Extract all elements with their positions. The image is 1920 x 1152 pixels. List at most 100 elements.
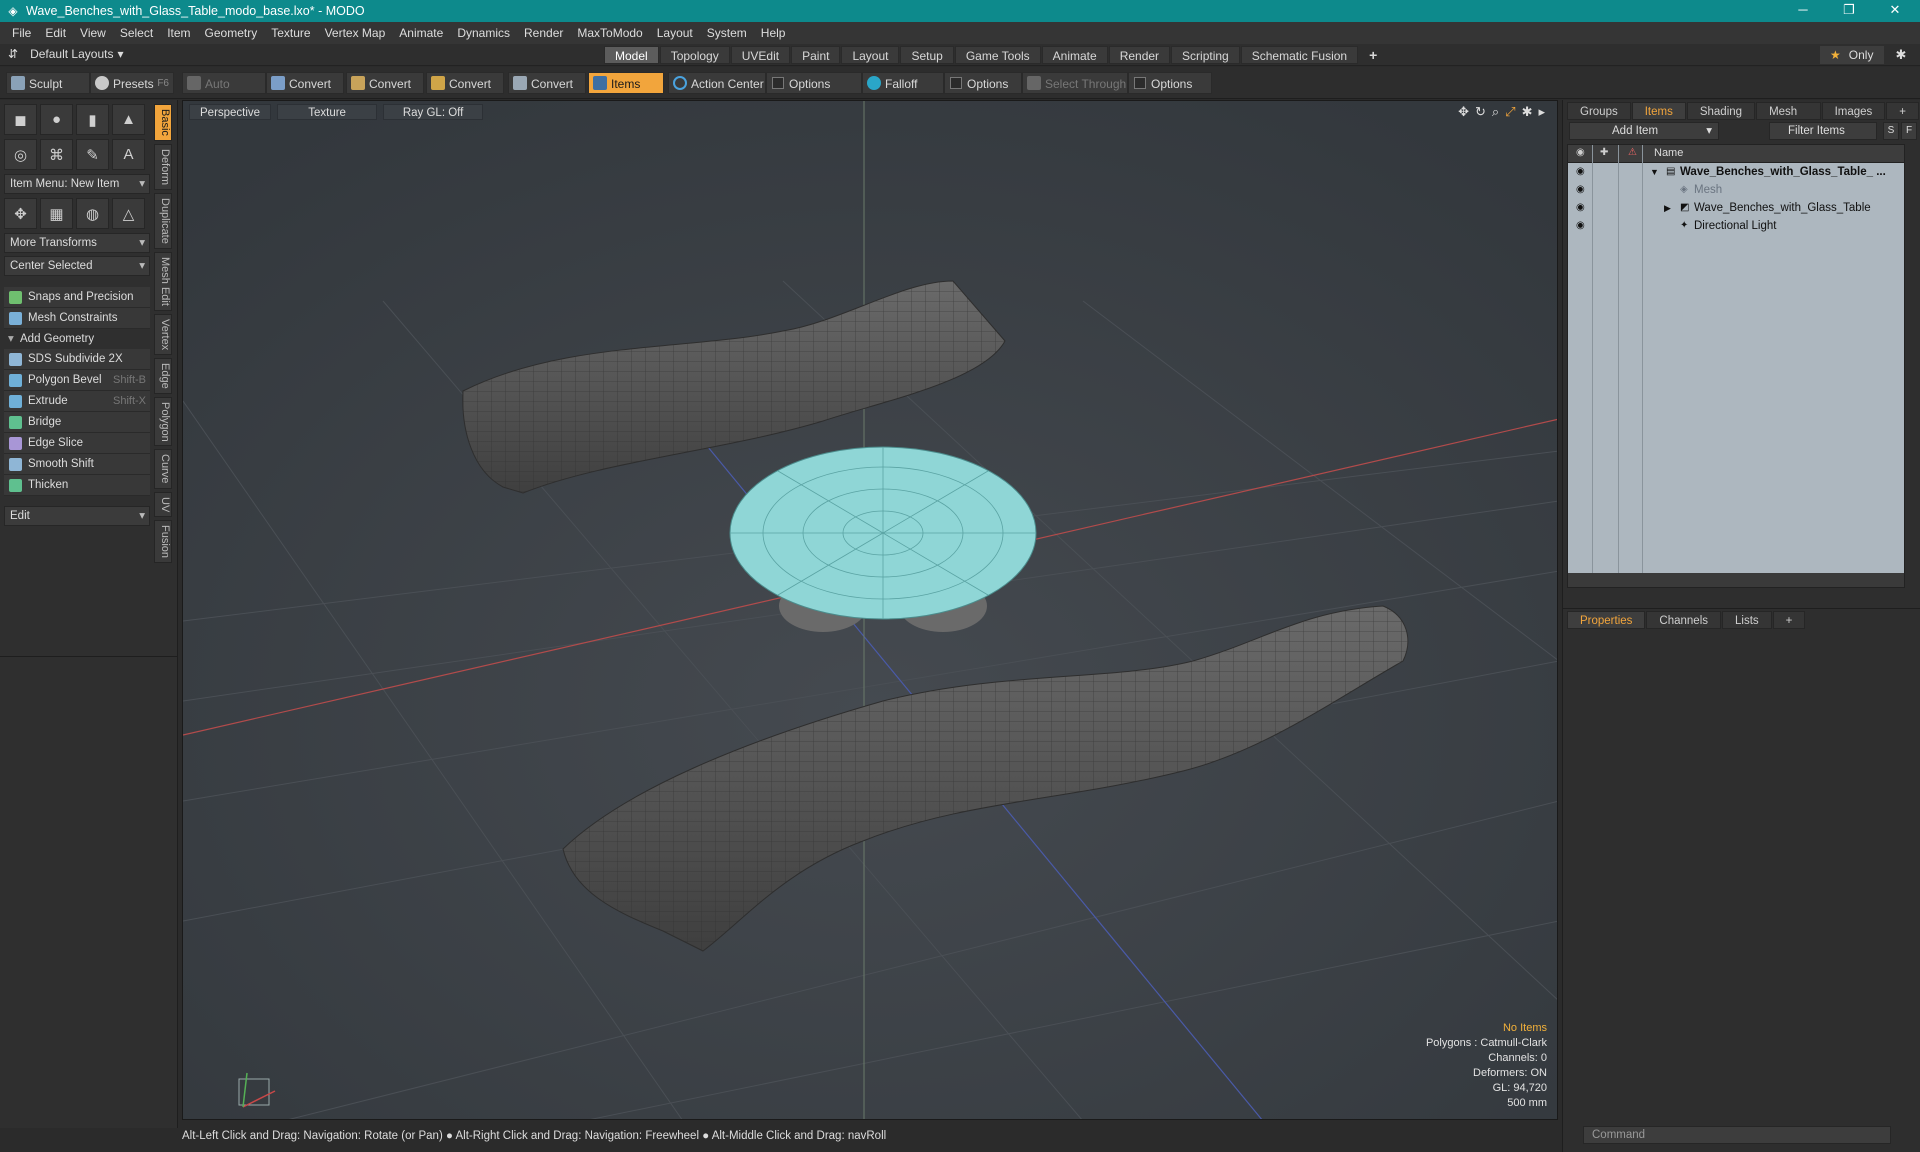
menu-vertex-map[interactable]: Vertex Map xyxy=(325,26,386,40)
tab-shading[interactable]: Shading xyxy=(1686,102,1756,120)
maximize-button[interactable]: ❐ xyxy=(1826,0,1872,22)
perspective-button[interactable]: Perspective xyxy=(189,104,272,120)
tab-channels[interactable]: Channels xyxy=(1646,611,1722,629)
menu-layout[interactable]: Layout xyxy=(657,26,693,40)
filter-f-button[interactable]: F xyxy=(1901,122,1917,140)
menu-dynamics[interactable]: Dynamics xyxy=(457,26,510,40)
action-center-button[interactable]: Action Center xyxy=(668,72,766,94)
tab-animate[interactable]: Animate xyxy=(1041,46,1108,64)
side-tab-vertex[interactable]: Vertex xyxy=(154,313,172,355)
eye-icon[interactable]: ◉ xyxy=(1576,167,1586,177)
close-button[interactable]: ✕ xyxy=(1872,0,1918,22)
side-tab-curve[interactable]: Curve xyxy=(154,449,172,489)
filter-items-input[interactable]: Filter Items xyxy=(1769,122,1877,140)
side-tab-basic[interactable]: Basic xyxy=(154,104,172,141)
side-tab-polygon[interactable]: Polygon xyxy=(154,396,172,447)
list-item[interactable]: ◉ ✦ Directional Light xyxy=(1568,217,1904,235)
options-checkbox[interactable] xyxy=(772,77,784,89)
mesh-constraints-button[interactable]: Mesh Constraints xyxy=(4,308,150,329)
rotate-icon[interactable]: ↻ xyxy=(1475,104,1486,120)
tab-properties[interactable]: Properties xyxy=(1567,611,1646,629)
sds-subdivide-button[interactable]: SDS Subdivide 2X xyxy=(4,349,150,370)
edge-slice-button[interactable]: Edge Slice xyxy=(4,433,150,454)
expand-arrow-icon[interactable]: ▶ xyxy=(1664,199,1671,217)
select-through-button[interactable]: Select Through xyxy=(1022,72,1128,94)
center-selected-dropdown[interactable]: Center Selected xyxy=(4,256,150,276)
bridge-button[interactable]: Bridge xyxy=(4,412,150,433)
menu-texture[interactable]: Texture xyxy=(271,26,310,40)
3d-viewport[interactable]: Perspective Texture Ray GL: Off ✥ ↻ ⌕ ⤢ … xyxy=(182,100,1558,1120)
menu-geometry[interactable]: Geometry xyxy=(205,26,258,40)
menu-edit[interactable]: Edit xyxy=(45,26,66,40)
ray-gl-button[interactable]: Ray GL: Off xyxy=(383,104,484,120)
tab-mesh[interactable]: Mesh ... xyxy=(1756,102,1821,136)
pan-icon[interactable]: ✥ xyxy=(1458,104,1469,120)
filter-s-button[interactable]: S xyxy=(1883,122,1899,140)
tab-paint[interactable]: Paint xyxy=(791,46,841,64)
tab-render[interactable]: Render xyxy=(1108,46,1171,64)
edit-dropdown[interactable]: Edit xyxy=(4,506,150,526)
side-tab-deform[interactable]: Deform xyxy=(154,143,172,190)
command-input[interactable]: Command xyxy=(1583,1126,1891,1144)
texture-button[interactable]: Texture xyxy=(277,104,378,120)
action-center-options-button[interactable]: Options xyxy=(766,72,862,94)
falloff-options-button[interactable]: Options xyxy=(944,72,1022,94)
pen-tool-icon[interactable]: ✎ xyxy=(76,139,109,170)
snaps-and-precision-button[interactable]: Snaps and Precision xyxy=(4,287,150,308)
add-tab-button[interactable]: + xyxy=(1359,46,1387,64)
only-toggle[interactable]: ★ Only xyxy=(1820,46,1884,64)
menu-maxtomodo[interactable]: MaxToModo xyxy=(577,26,642,40)
menu-animate[interactable]: Animate xyxy=(399,26,443,40)
tab-layout[interactable]: Layout xyxy=(841,46,900,64)
convert-edges-button[interactable]: Convert xyxy=(346,72,424,94)
list-item[interactable]: ◉ ◈ Mesh xyxy=(1568,181,1904,199)
zoom-icon[interactable]: ⌕ xyxy=(1492,104,1499,120)
fit-view-icon[interactable]: ⤢ xyxy=(1505,104,1515,120)
text-tool-icon[interactable]: A xyxy=(112,139,145,170)
side-tab-fusion[interactable]: Fusion xyxy=(154,520,172,564)
tab-uvedit[interactable]: UVEdit xyxy=(730,46,791,64)
list-item[interactable]: ◉ ▶ ◩ Wave_Benches_with_Glass_Table xyxy=(1568,199,1904,217)
minimize-button[interactable]: ─ xyxy=(1780,0,1826,22)
cone-primitive-icon[interactable]: ▲ xyxy=(112,104,145,135)
add-geometry-section[interactable]: Add Geometry xyxy=(4,329,150,349)
default-layouts-dropdown[interactable]: ⇵ Default Layouts ▾ xyxy=(8,47,123,61)
torus-primitive-icon[interactable]: ◎ xyxy=(4,139,37,170)
side-tab-duplicate[interactable]: Duplicate xyxy=(154,192,172,249)
menu-help[interactable]: Help xyxy=(761,26,786,40)
options-checkbox[interactable] xyxy=(950,77,962,89)
presets-button[interactable]: Presets F6 xyxy=(90,72,174,94)
polygon-bevel-button[interactable]: Polygon Bevel Shift-B xyxy=(4,370,150,391)
items-mode-button[interactable]: Items xyxy=(588,72,664,94)
options-checkbox[interactable] xyxy=(1134,77,1146,89)
eye-icon[interactable]: ◉ xyxy=(1576,221,1586,231)
sphere-primitive-icon[interactable]: ● xyxy=(40,104,73,135)
eye-icon[interactable]: ◉ xyxy=(1576,185,1586,195)
viewport-gear-icon[interactable]: ✱ xyxy=(1522,104,1533,120)
extrude-button[interactable]: Extrude Shift-X xyxy=(4,391,150,412)
side-tab-mesh-edit[interactable]: Mesh Edit xyxy=(154,251,172,311)
transform-icon[interactable]: ✥ xyxy=(4,198,37,229)
menu-render[interactable]: Render xyxy=(524,26,563,40)
capsule-primitive-icon[interactable]: ⌘ xyxy=(40,139,73,170)
tab-images[interactable]: Images xyxy=(1821,102,1886,120)
add-item-dropdown[interactable]: Add Item xyxy=(1569,122,1719,140)
globe-icon[interactable]: ◍ xyxy=(76,198,109,229)
pyramid-icon[interactable]: △ xyxy=(112,198,145,229)
tab-scripting[interactable]: Scripting xyxy=(1171,46,1240,64)
tab-game-tools[interactable]: Game Tools xyxy=(954,46,1041,64)
auto-select-button[interactable]: Auto Select xyxy=(182,72,266,113)
sculpt-button[interactable]: Sculpt xyxy=(6,72,90,94)
tab-topology[interactable]: Topology xyxy=(659,46,730,64)
thicken-button[interactable]: Thicken xyxy=(4,475,150,496)
list-item[interactable]: ◉ ▼ ▤ Wave_Benches_with_Glass_Table_ ... xyxy=(1568,163,1904,181)
tab-model[interactable]: Model xyxy=(604,46,659,64)
more-transforms-dropdown[interactable]: More Transforms xyxy=(4,233,150,253)
falloff-button[interactable]: Falloff xyxy=(862,72,944,94)
eye-icon[interactable]: ◉ xyxy=(1576,203,1586,213)
viewport-expand-icon[interactable]: ▸ xyxy=(1538,104,1545,120)
tab-schematic-fusion[interactable]: Schematic Fusion xyxy=(1240,46,1359,64)
menu-system[interactable]: System xyxy=(707,26,747,40)
menu-view[interactable]: View xyxy=(80,26,106,40)
menu-file[interactable]: File xyxy=(12,26,31,40)
